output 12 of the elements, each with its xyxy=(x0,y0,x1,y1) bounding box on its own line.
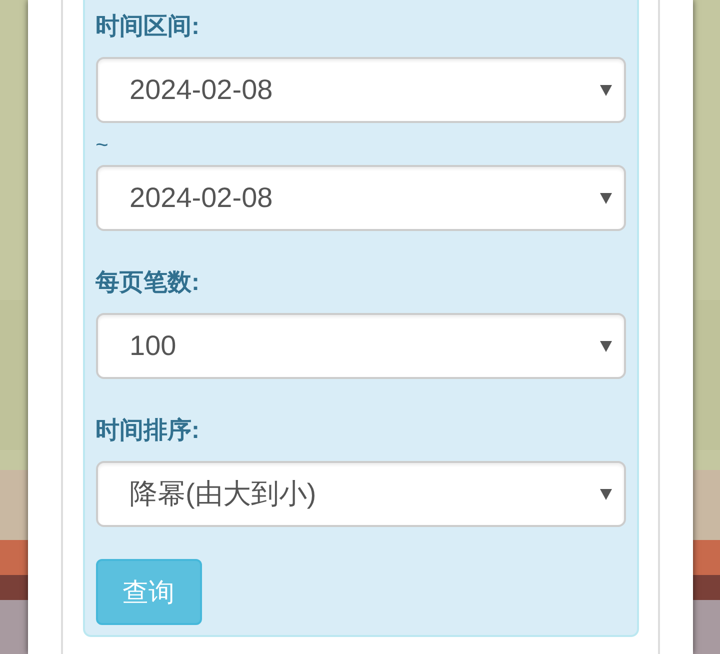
caret-icon xyxy=(600,192,612,204)
field-label: 时间区间: xyxy=(96,12,200,42)
field-label: 每页笔数: xyxy=(96,268,200,298)
dropdown[interactable]: 100 xyxy=(96,313,626,379)
dropdown[interactable]: 降幂(由大到小) xyxy=(96,461,626,527)
caret-icon xyxy=(600,84,612,96)
dropdown[interactable]: 2024-02-08 xyxy=(96,165,626,231)
caret-icon xyxy=(600,340,612,352)
field-label: 时间排序: xyxy=(96,416,200,446)
dropdown[interactable]: 2024-02-08 xyxy=(96,57,626,123)
caret-icon xyxy=(600,488,612,500)
range-separator: ~ xyxy=(96,133,108,157)
